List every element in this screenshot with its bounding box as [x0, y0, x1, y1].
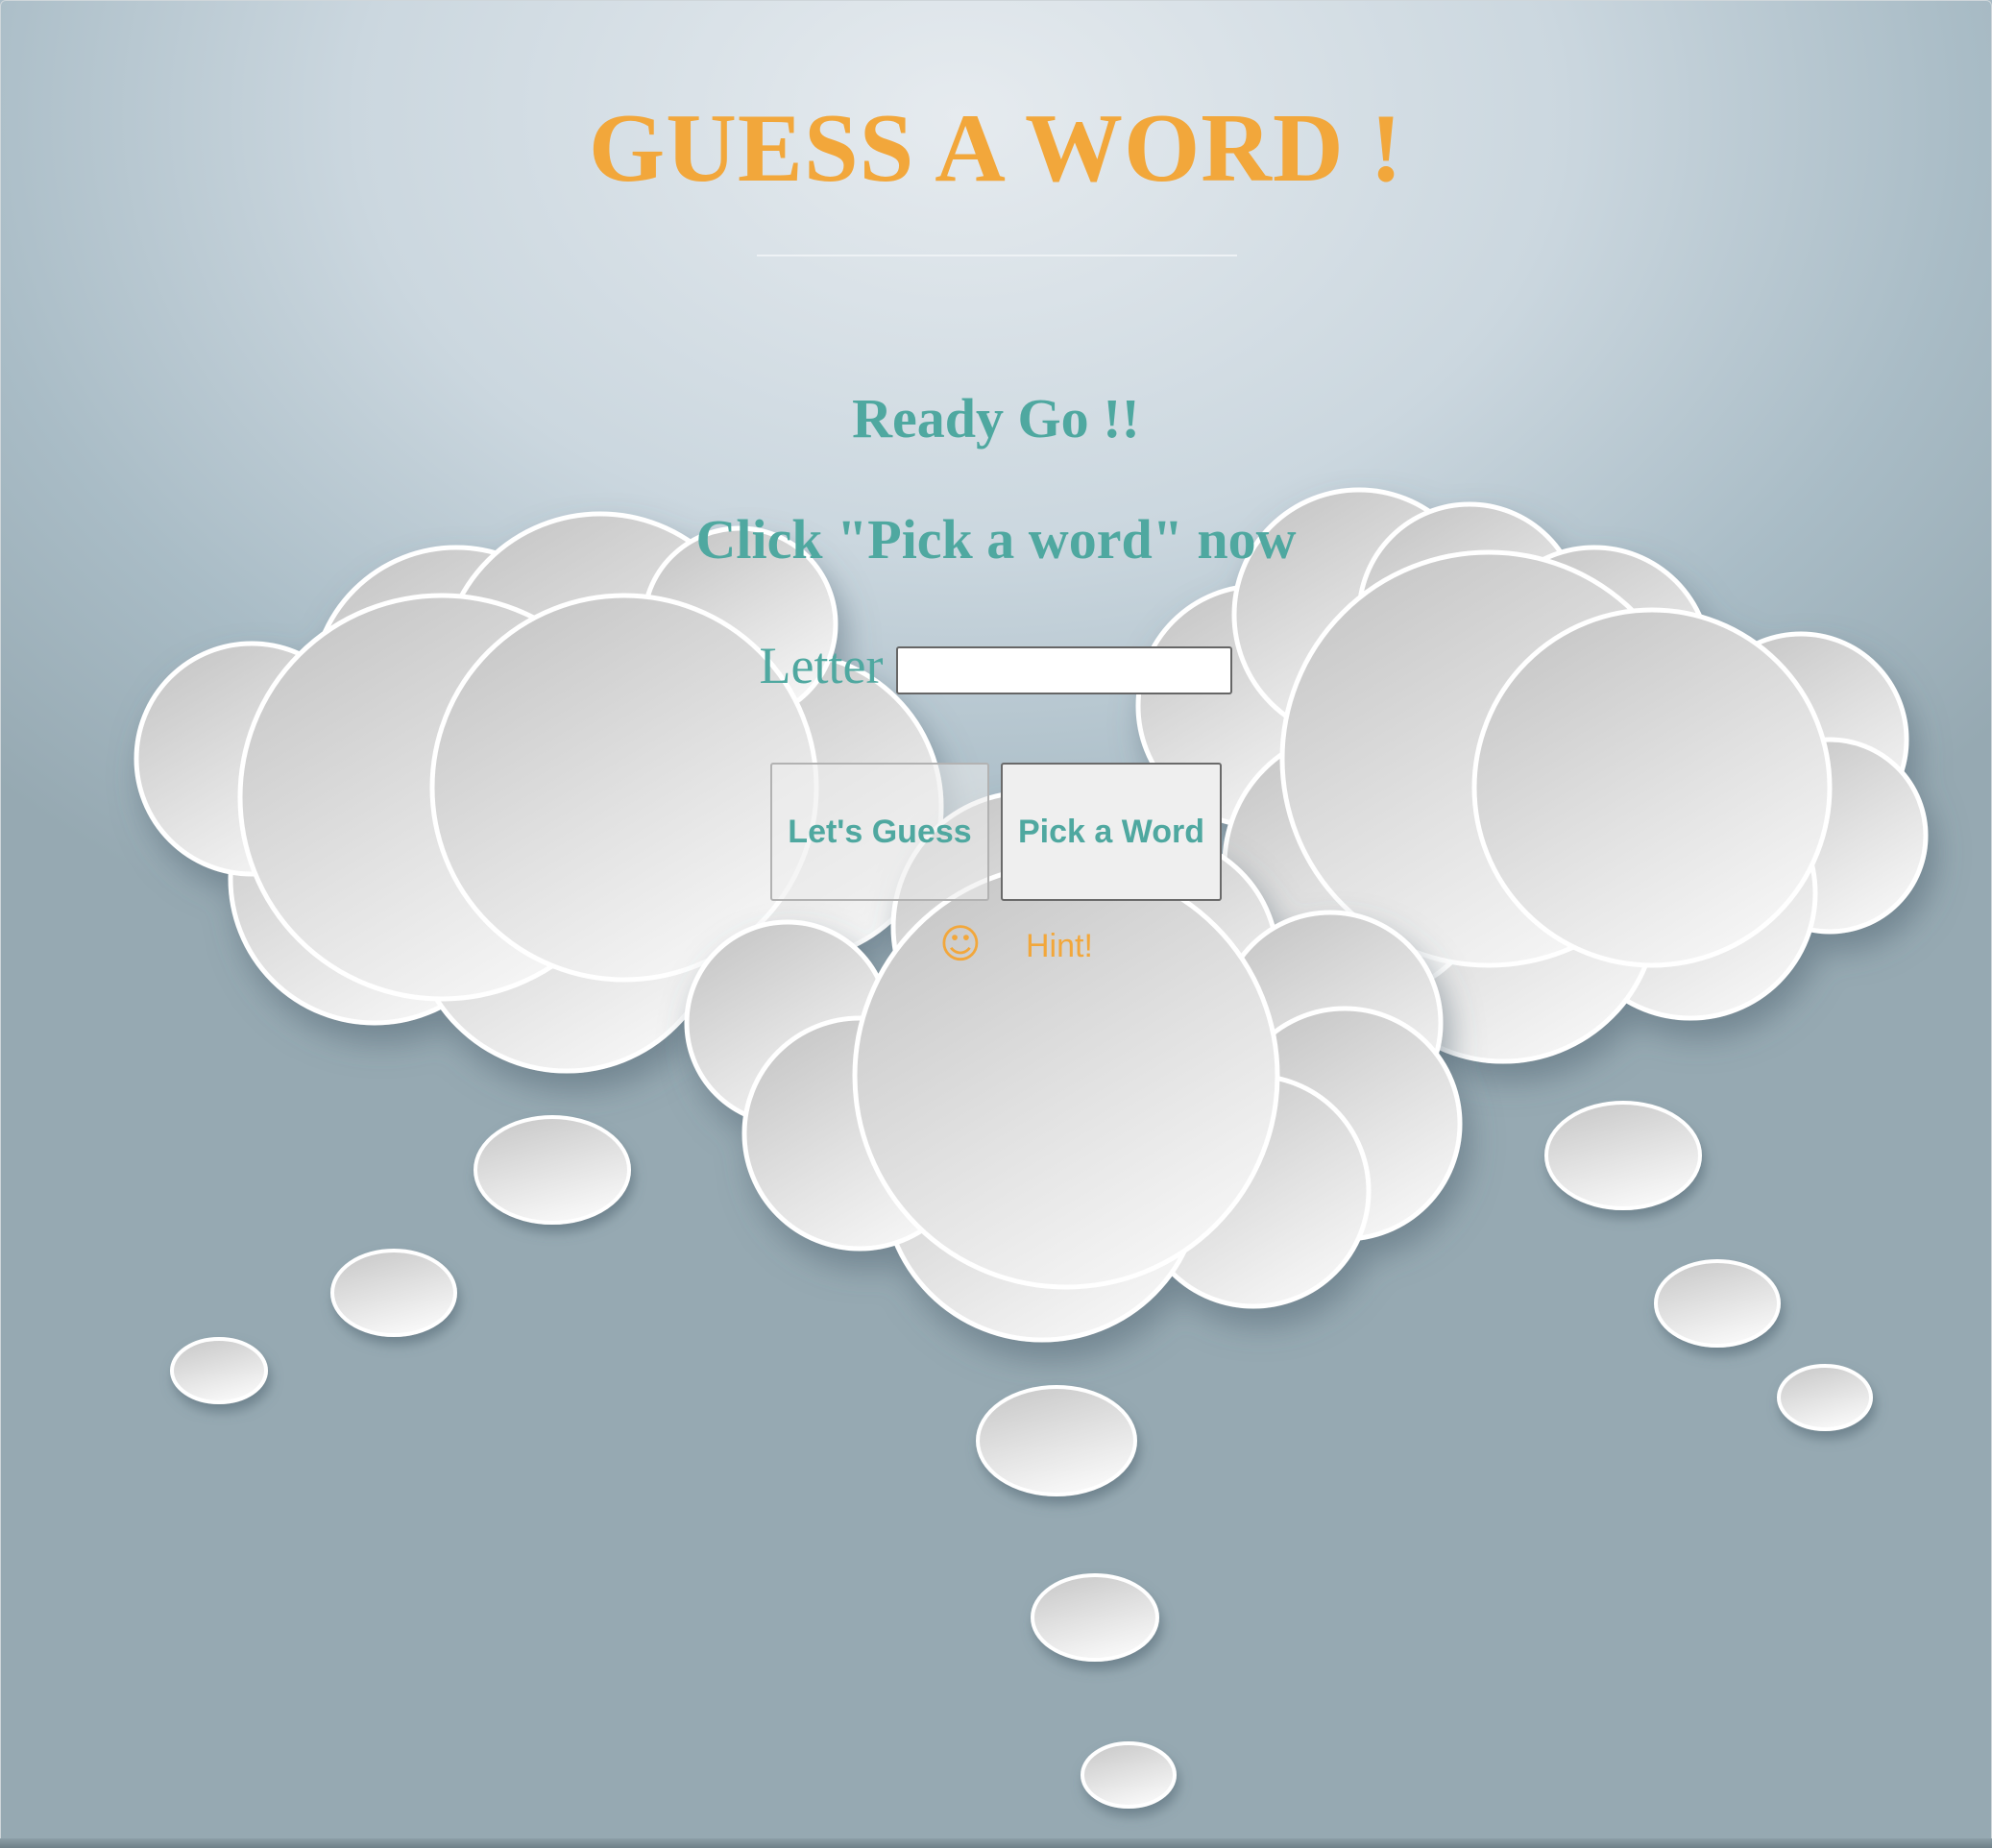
ready-message: Ready Go !!	[852, 387, 1140, 450]
lets-guess-button[interactable]: Let's Guess	[770, 763, 989, 901]
letter-input[interactable]	[896, 646, 1233, 694]
hint-row: ☺ Hint!	[0, 918, 1992, 976]
pick-a-word-button[interactable]: Pick a Word	[1001, 763, 1222, 901]
instruction-message: Click "Pick a word" now	[695, 508, 1297, 571]
bottom-edge	[0, 1838, 1992, 1848]
smiley-icon: ☺	[939, 920, 982, 967]
letter-row: Letter	[0, 636, 1992, 695]
page-title: GUESS A WORD !	[588, 94, 1404, 203]
hint-link[interactable]: Hint!	[1026, 928, 1093, 965]
title-divider	[757, 255, 1237, 256]
letter-label: Letter	[759, 637, 884, 694]
